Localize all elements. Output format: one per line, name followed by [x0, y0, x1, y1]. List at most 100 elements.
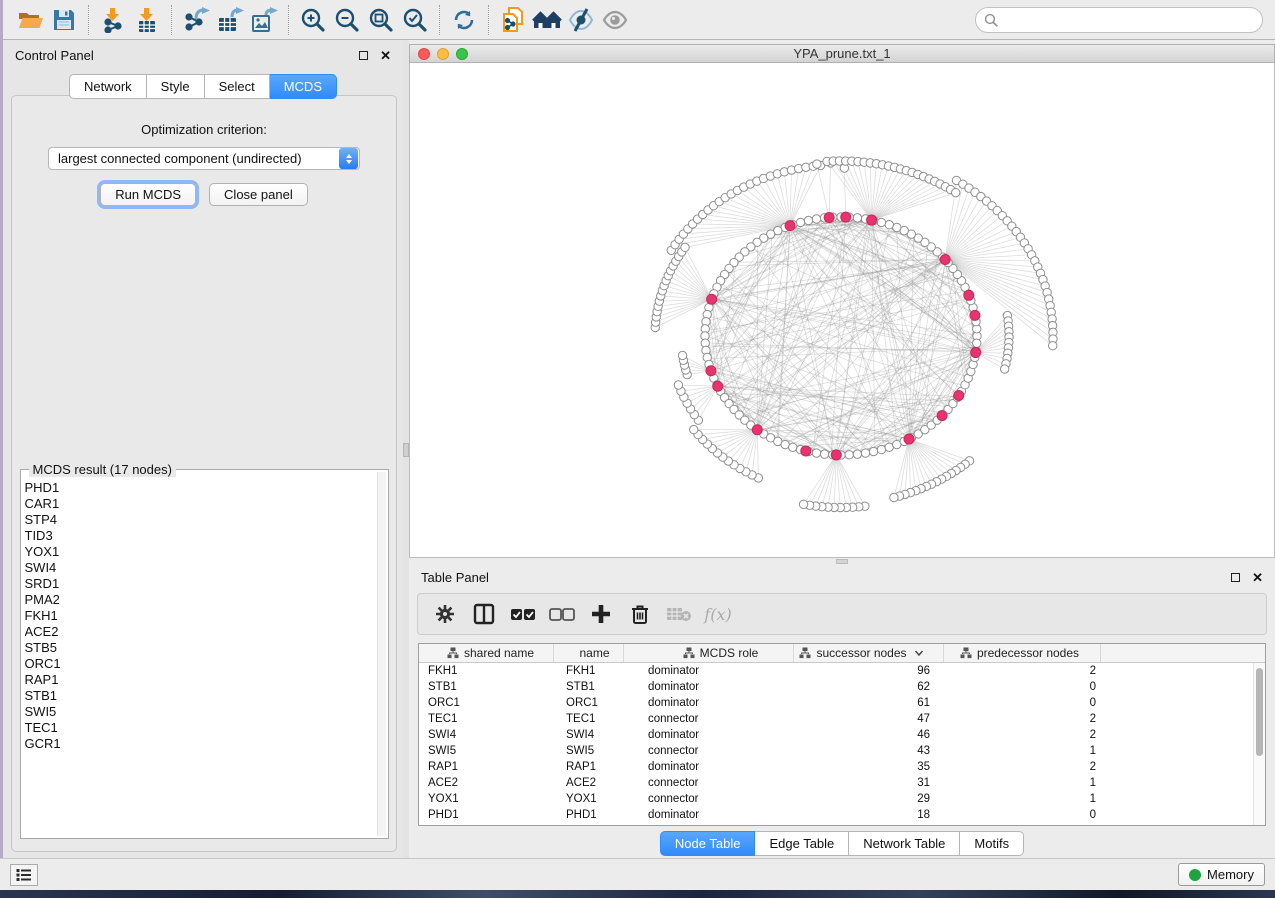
table-cell[interactable]: SWI5: [419, 743, 554, 759]
deselect-all-button[interactable]: [547, 599, 577, 629]
mcds-result-item[interactable]: SRD1: [25, 576, 374, 592]
mcds-result-item[interactable]: ACE2: [25, 624, 374, 640]
close-window-icon[interactable]: [418, 48, 430, 60]
table-scrollbar[interactable]: [1253, 663, 1265, 825]
table-row[interactable]: ORC1ORC1dominator610: [419, 695, 1265, 711]
table-row[interactable]: RAP1RAP1dominator352: [419, 759, 1265, 775]
close-panel-button[interactable]: Close panel: [209, 183, 308, 206]
mcds-result-item[interactable]: GCR1: [25, 736, 374, 752]
column-header-successor-nodes[interactable]: successor nodes: [794, 644, 944, 662]
table-cell[interactable]: 0: [944, 807, 1101, 823]
export-image-button[interactable]: [247, 4, 281, 36]
tab-edge-table[interactable]: Edge Table: [755, 831, 849, 856]
mcds-list-scrollbar[interactable]: [377, 472, 386, 836]
table-cell[interactable]: ORC1: [419, 695, 554, 711]
table-cell[interactable]: 2: [944, 727, 1101, 743]
table-row[interactable]: ACE2ACE2connector311: [419, 775, 1265, 791]
tab-select[interactable]: Select: [205, 74, 270, 99]
fit-content-button[interactable]: [364, 4, 398, 36]
scrollbar-thumb[interactable]: [1256, 668, 1263, 756]
table-row[interactable]: SWI4SWI4dominator462: [419, 727, 1265, 743]
mcds-result-item[interactable]: RAP1: [25, 672, 374, 688]
mcds-result-item[interactable]: TEC1: [25, 720, 374, 736]
table-cell[interactable]: 1: [944, 791, 1101, 807]
table-row[interactable]: PHD1PHD1dominator180: [419, 807, 1265, 823]
mcds-result-item[interactable]: STP4: [25, 512, 374, 528]
table-cell[interactable]: 35: [794, 759, 944, 775]
minimize-window-icon[interactable]: [437, 48, 449, 60]
search-field[interactable]: [975, 7, 1263, 33]
table-cell[interactable]: RAP1: [419, 759, 554, 775]
show-columns-button[interactable]: [469, 599, 499, 629]
table-cell[interactable]: SWI4: [554, 727, 624, 743]
hide-selected-button[interactable]: [564, 4, 598, 36]
table-cell[interactable]: 18: [794, 807, 944, 823]
table-cell[interactable]: dominator: [624, 679, 794, 695]
table-cell[interactable]: dominator: [624, 807, 794, 823]
table-cell[interactable]: ACE2: [554, 775, 624, 791]
table-mode-gear-button[interactable]: [430, 599, 460, 629]
table-cell[interactable]: FKH1: [419, 663, 554, 679]
tab-node-table[interactable]: Node Table: [660, 831, 756, 856]
memory-button[interactable]: Memory: [1178, 863, 1265, 886]
zoom-out-button[interactable]: [330, 4, 364, 36]
mcds-result-item[interactable]: TID3: [25, 528, 374, 544]
mcds-result-item[interactable]: STB5: [25, 640, 374, 656]
table-cell[interactable]: 1: [944, 775, 1101, 791]
tab-motifs[interactable]: Motifs: [960, 831, 1024, 856]
select-all-button[interactable]: [508, 599, 538, 629]
table-cell[interactable]: 47: [794, 711, 944, 727]
table-cell[interactable]: SWI4: [419, 727, 554, 743]
import-network-button[interactable]: [96, 4, 130, 36]
table-cell[interactable]: TEC1: [554, 711, 624, 727]
float-window-icon[interactable]: [359, 51, 368, 60]
table-cell[interactable]: FKH1: [554, 663, 624, 679]
table-cell[interactable]: 1: [944, 743, 1101, 759]
table-cell[interactable]: YOX1: [554, 791, 624, 807]
tab-style[interactable]: Style: [147, 74, 205, 99]
splitter-grip[interactable]: [836, 559, 848, 564]
table-cell[interactable]: STB1: [419, 679, 554, 695]
mcds-result-item[interactable]: CAR1: [25, 496, 374, 512]
tab-mcds[interactable]: MCDS: [270, 74, 337, 99]
table-cell[interactable]: 62: [794, 679, 944, 695]
table-cell[interactable]: PHD1: [554, 807, 624, 823]
table-cell[interactable]: connector: [624, 711, 794, 727]
save-session-button[interactable]: [47, 4, 81, 36]
network-titlebar[interactable]: YPA_prune.txt_1: [409, 44, 1275, 63]
table-row[interactable]: TEC1TEC1connector472: [419, 711, 1265, 727]
table-cell[interactable]: dominator: [624, 663, 794, 679]
table-row[interactable]: SWI5SWI5connector431: [419, 743, 1265, 759]
export-network-button[interactable]: [179, 4, 213, 36]
criterion-select[interactable]: largest connected component (undirected): [48, 147, 360, 170]
run-mcds-button[interactable]: Run MCDS: [100, 183, 196, 206]
table-cell[interactable]: 96: [794, 663, 944, 679]
zoom-in-button[interactable]: [296, 4, 330, 36]
import-table-button[interactable]: [130, 4, 164, 36]
table-cell[interactable]: connector: [624, 775, 794, 791]
table-cell[interactable]: 61: [794, 695, 944, 711]
mcds-result-item[interactable]: ORC1: [25, 656, 374, 672]
table-cell[interactable]: dominator: [624, 695, 794, 711]
table-row[interactable]: YOX1YOX1connector291: [419, 791, 1265, 807]
first-neighbors-button[interactable]: [530, 4, 564, 36]
tab-network-table[interactable]: Network Table: [849, 831, 960, 856]
table-row[interactable]: FKH1FKH1dominator962: [419, 663, 1265, 679]
table-cell[interactable]: RAP1: [554, 759, 624, 775]
mcds-result-item[interactable]: STB1: [25, 688, 374, 704]
mcds-result-item[interactable]: SWI4: [25, 560, 374, 576]
table-cell[interactable]: 2: [944, 759, 1101, 775]
table-cell[interactable]: connector: [624, 791, 794, 807]
open-file-button[interactable]: [13, 4, 47, 36]
mcds-result-item[interactable]: YOX1: [25, 544, 374, 560]
mcds-result-item[interactable]: PHD1: [25, 480, 374, 496]
mcds-result-list[interactable]: PHD1CAR1STP4TID3YOX1SWI4SRD1PMA2FKH1ACE2…: [25, 480, 374, 834]
column-header-shared-name[interactable]: shared name: [419, 644, 554, 662]
network-canvas[interactable]: [409, 63, 1275, 558]
mcds-result-item[interactable]: SWI5: [25, 704, 374, 720]
show-all-button[interactable]: [598, 4, 632, 36]
table-cell[interactable]: TEC1: [419, 711, 554, 727]
function-builder-button[interactable]: f(x): [703, 599, 733, 629]
delete-column-button[interactable]: [625, 599, 655, 629]
table-cell[interactable]: YOX1: [419, 791, 554, 807]
